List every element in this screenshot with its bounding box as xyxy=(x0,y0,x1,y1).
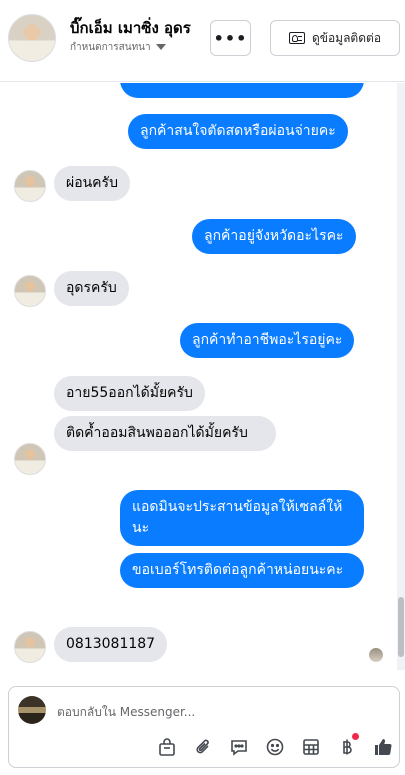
contact-card-icon xyxy=(288,32,305,44)
message-thread[interactable]: ลูกค้าสนใจตัดสดหรือผ่อนจ่ายคะ ผ่อนครับ ล… xyxy=(0,83,397,678)
sender-avatar xyxy=(14,275,46,307)
message-bubble-outgoing: ลูกค้าทำอาชีพอะไรอยู่คะ xyxy=(180,323,355,358)
thread-scrollbar[interactable] xyxy=(397,83,405,670)
sender-avatar xyxy=(14,631,46,663)
view-contact-label: ดูข้อมูลติดต่อ xyxy=(311,30,382,45)
message-bubble-outgoing: ขอเบอร์โทรติดต่อลูกค้าหน่อยนะคะ xyxy=(120,553,364,588)
reply-input[interactable] xyxy=(57,702,357,722)
table-icon[interactable] xyxy=(293,735,329,759)
seen-indicator-avatar xyxy=(369,648,383,662)
message-bubble-incoming: ติดค้ำออมสินพอออกได้มั้ยครับ xyxy=(54,416,276,451)
message-bubble-cut-off xyxy=(120,83,364,98)
scrollbar-thumb[interactable] xyxy=(398,597,404,657)
thumbs-up-icon[interactable] xyxy=(365,735,401,759)
chevron-down-icon xyxy=(155,44,166,50)
emoji-icon[interactable] xyxy=(257,735,293,759)
paperclip-icon[interactable] xyxy=(185,735,221,759)
conversation-status[interactable]: กำหนดการสนทนา xyxy=(70,40,166,55)
sender-avatar xyxy=(14,170,46,202)
contact-name[interactable]: บิ๊กเอ็ม เมาซิ่ง อุดร xyxy=(70,16,191,40)
message-bubble-incoming: อุดรครับ xyxy=(54,271,129,306)
message-bubble-outgoing: ลูกค้าสนใจตัดสดหรือผ่อนจ่ายคะ xyxy=(128,114,348,149)
more-icon: ••• xyxy=(213,28,248,48)
message-bubble-incoming: อาย55ออกได้มั้ยครับ xyxy=(54,376,205,411)
message-bubble-incoming: 0813081187 xyxy=(54,627,168,662)
message-bubble-incoming: ผ่อนครับ xyxy=(54,166,130,201)
page-avatar xyxy=(18,696,46,724)
baht-icon[interactable] xyxy=(329,733,365,759)
notification-badge xyxy=(352,733,359,740)
shopping-bag-icon[interactable] xyxy=(149,735,185,759)
more-options-button[interactable]: ••• xyxy=(210,20,251,56)
sender-avatar xyxy=(14,443,46,475)
message-bubble-outgoing: แอดมินจะประสานข้อมูลให้เซลล์ให้นะ xyxy=(120,490,364,546)
reply-composer xyxy=(8,686,400,768)
message-bubble-outgoing: ลูกค้าอยู่จังหวัดอะไรคะ xyxy=(192,219,356,254)
speech-bubble-icon[interactable] xyxy=(221,735,257,759)
conversation-header: บิ๊กเอ็ม เมาซิ่ง อุดร กำหนดการสนทนา ••• … xyxy=(0,0,405,82)
contact-avatar[interactable] xyxy=(8,14,56,62)
conversation-status-label: กำหนดการสนทนา xyxy=(70,42,151,53)
composer-toolbar xyxy=(149,733,401,759)
view-contact-button[interactable]: ดูข้อมูลติดต่อ xyxy=(270,20,400,56)
